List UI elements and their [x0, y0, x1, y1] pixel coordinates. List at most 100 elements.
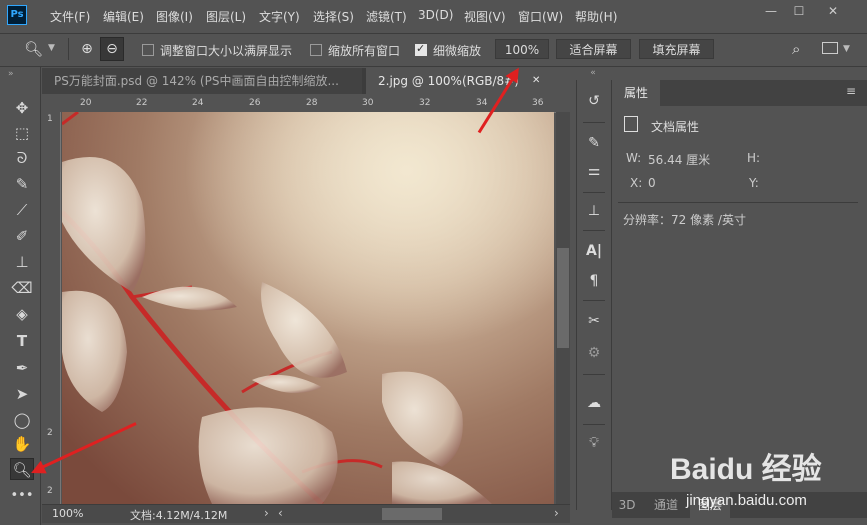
menu-filter[interactable]: 滤镜(T)	[366, 8, 407, 25]
more-tools-icon[interactable]: •••	[10, 485, 34, 507]
divider	[583, 374, 605, 375]
character-icon[interactable]: A|	[583, 240, 605, 262]
type-tool-icon[interactable]: T	[10, 330, 34, 352]
ruler-tick: 24	[192, 98, 204, 108]
scrubby-zoom-label: 细微缩放	[433, 44, 482, 58]
close-window-button[interactable]: ✕	[822, 2, 844, 20]
menu-type[interactable]: 文字(Y)	[259, 8, 300, 25]
tab-document-jpg[interactable]: 2.jpg @ 100%(RGB/8#) ✕	[366, 68, 556, 94]
clone-source-icon[interactable]: ⊥	[583, 200, 605, 222]
x-label: X:	[630, 176, 643, 190]
horizontal-scrollbar-thumb[interactable]	[382, 508, 442, 520]
divider	[583, 192, 605, 193]
quick-select-tool-icon[interactable]: ✎	[10, 173, 34, 195]
document-icon	[624, 116, 638, 132]
eyedropper-tool-icon[interactable]: ⟋	[10, 199, 34, 221]
brush-settings-icon[interactable]: ✎	[583, 132, 605, 154]
ruler-horizontal: 20 22 24 26 28 30 32 34 36	[62, 96, 556, 113]
baidu-watermark: Baidu 经验 jingyan.baidu.com	[666, 434, 866, 524]
menu-select[interactable]: 选择(S)	[313, 8, 354, 25]
divider	[583, 424, 605, 425]
tab-3d[interactable]: 3D	[612, 492, 642, 518]
ruler-tick: 36	[532, 98, 544, 108]
close-tab-icon[interactable]: ✕	[532, 68, 540, 94]
libraries-icon[interactable]: ☁	[583, 392, 605, 414]
stamp-tool-icon[interactable]: ⊥	[10, 251, 34, 273]
workspace-chevron-icon[interactable]: ▼	[843, 44, 850, 54]
ruler-tick: 20	[80, 98, 92, 108]
pen-tool-icon[interactable]: ✒	[10, 357, 34, 379]
workspace-icon[interactable]	[822, 42, 838, 54]
zoom-in-icon[interactable]: ⊕	[76, 38, 98, 60]
tab-document-psd[interactable]: PS万能封面.psd @ 142% (PS中画面自由控制缩放...	[42, 68, 362, 94]
search-icon[interactable]: ⌕	[792, 40, 800, 58]
zoom-all-windows-label: 缩放所有窗口	[328, 44, 401, 58]
adjustments-icon[interactable]: ⚌	[583, 160, 605, 182]
ruler-tick: 32	[419, 98, 431, 108]
hand-tool-icon[interactable]: ✋	[10, 433, 34, 455]
menu-file[interactable]: 文件(F)	[50, 8, 90, 25]
status-menu-chevron-icon[interactable]: ›	[264, 506, 269, 520]
ruler-tick: 34	[476, 98, 488, 108]
fit-screen-button[interactable]: 适合屏幕	[556, 39, 631, 59]
scroll-left-icon[interactable]: ‹	[278, 506, 283, 520]
status-bar: 100% 文档:4.12M/4.12M › ‹ ›	[42, 504, 570, 523]
resize-windows-checkbox[interactable]	[142, 44, 154, 56]
watermark-brand: Baidu 经验	[670, 453, 822, 486]
ruler-tick: 22	[136, 98, 148, 108]
scrubby-zoom-checkbox[interactable]	[415, 42, 427, 56]
tab-properties[interactable]: 属性	[612, 80, 660, 106]
ruler-tick: 1	[47, 114, 53, 124]
tools-icon[interactable]: ✂	[583, 310, 605, 332]
paint-bucket-tool-icon[interactable]: ◈	[10, 303, 34, 325]
chevron-down-icon[interactable]: ▼	[48, 43, 55, 53]
document-tabs: PS万能封面.psd @ 142% (PS中画面自由控制缩放... 2.jpg …	[42, 68, 556, 94]
move-tool-icon[interactable]: ✥	[10, 97, 34, 119]
ellipse-tool-icon[interactable]: ◯	[10, 409, 34, 431]
fill-screen-button[interactable]: 填充屏幕	[639, 39, 714, 59]
lasso-tool-icon[interactable]: ᘐ	[10, 147, 34, 169]
zoom-all-windows-checkbox[interactable]	[310, 44, 322, 56]
ruler-tick: 26	[249, 98, 261, 108]
menu-window[interactable]: 窗口(W)	[518, 8, 563, 25]
brush-tool-icon[interactable]: ✐	[10, 225, 34, 247]
w-value: 56.44 厘米	[648, 153, 711, 167]
history-icon[interactable]: ↺	[583, 90, 605, 112]
paragraph-icon[interactable]: ¶	[583, 270, 605, 292]
watermark-url: jingyan.baidu.com	[686, 492, 807, 509]
ruler-tick: 28	[306, 98, 318, 108]
path-select-tool-icon[interactable]: ➤	[10, 383, 34, 405]
menu-edit[interactable]: 编辑(E)	[103, 8, 144, 25]
learn-icon[interactable]: 💡︎	[583, 432, 605, 454]
eraser-tool-icon[interactable]: ⌫	[10, 277, 34, 299]
menu-layer[interactable]: 图层(L)	[206, 8, 246, 25]
ruler-tick: 2	[47, 486, 53, 496]
menu-image[interactable]: 图像(I)	[156, 8, 193, 25]
zoom-out-icon[interactable]: ⊖	[100, 37, 124, 61]
scroll-right-icon[interactable]: ›	[554, 506, 559, 520]
document-canvas[interactable]	[62, 112, 554, 504]
panel-menu-icon[interactable]: ≡	[846, 84, 856, 98]
divider	[583, 300, 605, 301]
divider	[583, 122, 605, 123]
glyphs-icon[interactable]: ⚙	[583, 342, 605, 364]
collapse-arrows-icon[interactable]: »	[8, 69, 14, 79]
minimize-button[interactable]: —	[760, 2, 782, 20]
marquee-tool-icon[interactable]: ⬚	[10, 122, 34, 144]
divider	[583, 230, 605, 231]
tools-panel: » ✥ ⬚ ᘐ ✎ ⟋ ✐ ⊥ ⌫ ◈ T ✒ ➤ ◯ ✋ 🔍︎ •••	[0, 67, 41, 525]
zoom-tool-preset-icon[interactable]: 🔍︎	[24, 40, 43, 58]
status-zoom[interactable]: 100%	[52, 507, 83, 520]
menu-3d[interactable]: 3D(D)	[418, 8, 453, 22]
dock-collapse-icon[interactable]: «	[576, 68, 610, 78]
divider	[618, 202, 858, 203]
menu-view[interactable]: 视图(V)	[464, 8, 506, 25]
leaf-photo	[62, 112, 554, 504]
menu-help[interactable]: 帮助(H)	[575, 8, 617, 25]
scrollbar-thumb[interactable]	[557, 248, 569, 348]
restore-button[interactable]: ☐	[788, 2, 810, 20]
zoom-percent-field[interactable]: 100%	[495, 39, 549, 59]
status-doc-info: 文档:4.12M/4.12M	[130, 509, 228, 522]
h-label: H:	[747, 151, 761, 165]
w-label: W:	[626, 151, 642, 165]
